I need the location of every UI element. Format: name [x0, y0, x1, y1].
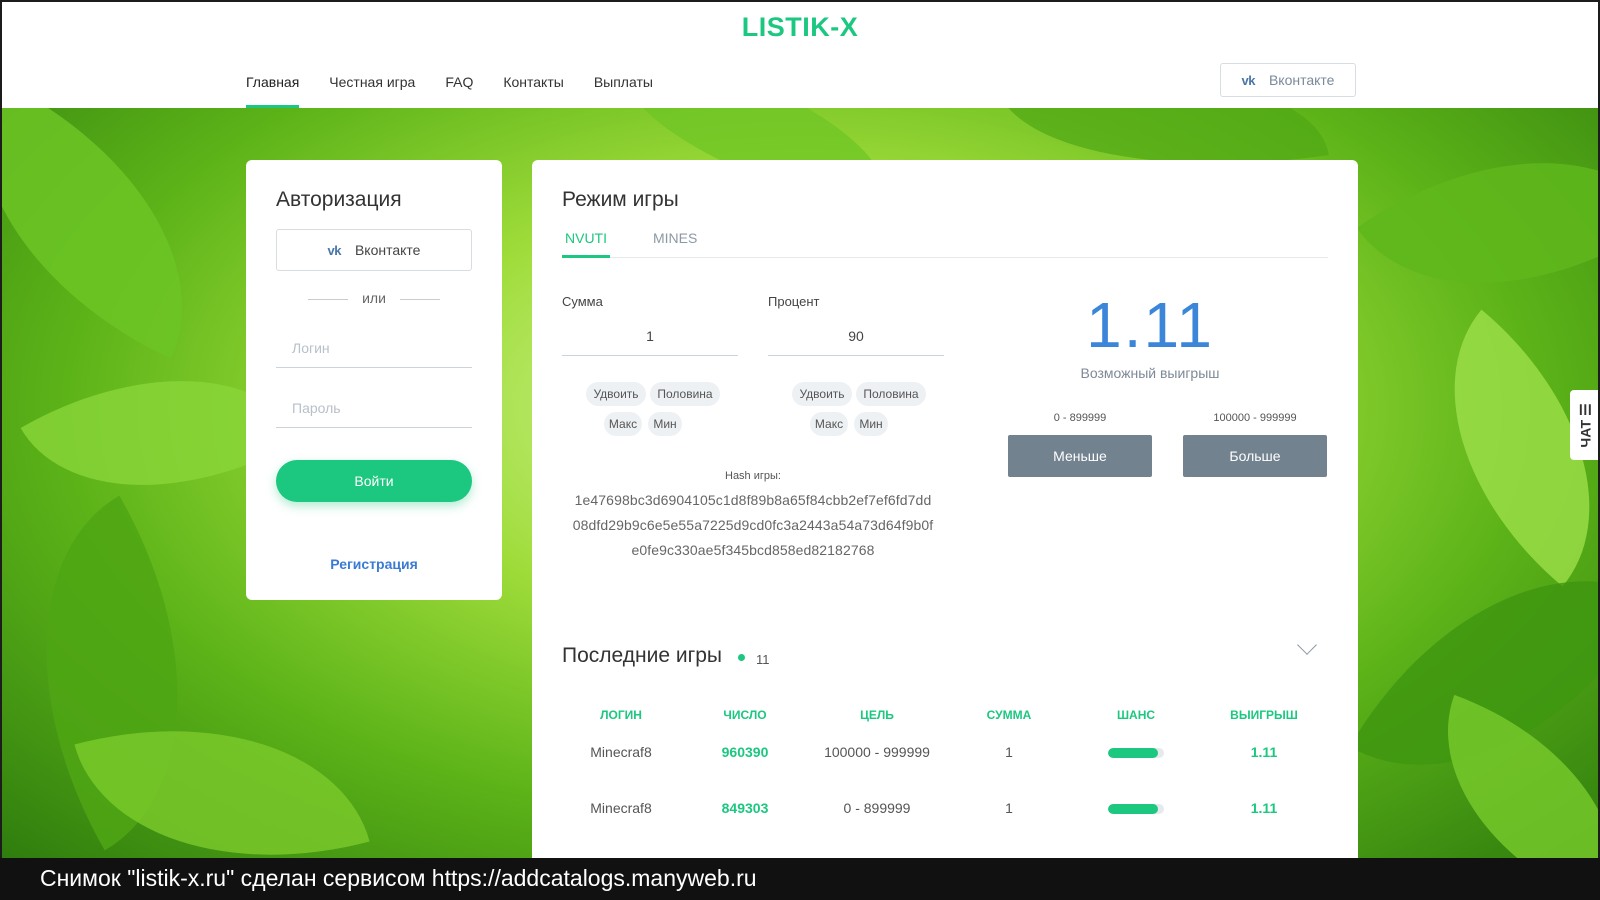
- recent-games-count: 11: [756, 652, 770, 667]
- sum-label: Сумма: [562, 294, 603, 309]
- sum-max-chip[interactable]: Макс: [604, 412, 642, 436]
- col-login: ЛОГИН: [600, 708, 642, 722]
- auth-vk-button[interactable]: vk Вконтакте: [276, 229, 472, 271]
- row-target: 0 - 899999: [843, 800, 911, 816]
- hash-title: Hash игры:: [725, 470, 781, 482]
- auth-vk-label: Вконтакте: [354, 242, 421, 258]
- vk-icon: vk: [1241, 72, 1256, 88]
- nav-contacts[interactable]: Контакты: [503, 62, 563, 108]
- row-chance-bar: [1108, 804, 1164, 814]
- site-logo[interactable]: LISTIK-X: [2, 12, 1598, 43]
- possible-win-label: Возможный выигрыш: [1080, 365, 1220, 381]
- hash-line-2: 08dfd29b9c6e5e55a7225d9cd0fc3a2443a54a73…: [572, 517, 934, 533]
- chat-tab[interactable]: ЧАТ ☰: [1570, 390, 1598, 460]
- nav-payouts[interactable]: Выплаты: [594, 62, 653, 108]
- less-range: 0 - 899999: [1053, 412, 1107, 424]
- row-win: 1.11: [1250, 800, 1278, 816]
- more-button[interactable]: Больше: [1183, 435, 1327, 477]
- col-target: ЦЕЛЬ: [860, 708, 894, 722]
- percent-input[interactable]: [768, 316, 944, 356]
- row-chance-fill: [1108, 804, 1159, 814]
- nav-faq[interactable]: FAQ: [445, 62, 473, 108]
- sum-half-chip[interactable]: Половина: [650, 382, 720, 406]
- game-tabs: NVUTI MINES: [562, 230, 1328, 258]
- row-win: 1.11: [1250, 744, 1278, 760]
- online-dot: [738, 654, 745, 661]
- sum-input[interactable]: [562, 316, 738, 356]
- auth-card: Авторизация vk Вконтакте или Войти Регис…: [246, 160, 502, 600]
- less-button[interactable]: Меньше: [1008, 435, 1152, 477]
- percent-max-chip[interactable]: Макс: [810, 412, 848, 436]
- nav-home[interactable]: Главная: [246, 62, 300, 108]
- site-header: LISTIK-X Главная Честная игра FAQ Контак…: [2, 2, 1598, 108]
- register-link[interactable]: Регистрация: [276, 556, 472, 572]
- tab-mines[interactable]: MINES: [650, 230, 700, 258]
- chevron-down-icon[interactable]: [1297, 635, 1317, 655]
- row-number: 849303: [721, 800, 769, 816]
- col-win: ВЫИГРЫШ: [1230, 708, 1298, 722]
- hash-line-3: e0fe9c330ae5f345bcd858ed82182768: [631, 542, 875, 558]
- col-number: ЧИСЛО: [723, 708, 767, 722]
- screenshot-caption: Снимок "listik-x.ru" сделан сервисом htt…: [0, 858, 1600, 900]
- percent-min-chip[interactable]: Мин: [854, 412, 888, 436]
- row-chance-bar: [1108, 748, 1164, 758]
- col-sum: СУММА: [986, 708, 1032, 722]
- header-vk-button[interactable]: vk Вконтакте: [1220, 63, 1356, 97]
- login-button[interactable]: Войти: [276, 460, 472, 502]
- percent-double-chip[interactable]: Удвоить: [792, 382, 852, 406]
- recent-games-title: Последние игры: [562, 644, 723, 667]
- row-target: 100000 - 999999: [824, 744, 930, 760]
- nav-fair-game[interactable]: Честная игра: [329, 62, 415, 108]
- chat-label: ЧАТ ☰: [1577, 402, 1594, 448]
- game-card: Режим игры NVUTI MINES Сумма Процент Удв…: [532, 160, 1358, 858]
- header-vk-label: Вконтакте: [1268, 72, 1335, 88]
- login-input[interactable]: [276, 328, 472, 368]
- row-sum: 1: [1005, 800, 1013, 816]
- or-divider: или: [276, 290, 472, 306]
- browser-page: LISTIK-X Главная Честная игра FAQ Контак…: [0, 0, 1600, 858]
- row-chance-fill: [1108, 748, 1159, 758]
- percent-half-chip[interactable]: Половина: [856, 382, 926, 406]
- auth-title: Авторизация: [276, 188, 402, 211]
- hash-line-1: 1e47698bc3d6904105c1d8f89b8a65f84cbb2ef7…: [574, 492, 932, 508]
- row-login[interactable]: Minecraf8: [566, 744, 676, 760]
- row-sum: 1: [1005, 744, 1013, 760]
- col-chance: ШАНС: [1116, 708, 1156, 722]
- percent-label: Процент: [768, 294, 820, 309]
- game-title: Режим игры: [562, 188, 679, 211]
- sum-double-chip[interactable]: Удвоить: [586, 382, 646, 406]
- main-nav: Главная Честная игра FAQ Контакты Выплат…: [246, 62, 683, 108]
- multiplier-value: 1.11: [1086, 289, 1214, 361]
- vk-icon: vk: [327, 242, 342, 258]
- more-range: 100000 - 999999: [1213, 412, 1297, 424]
- sum-min-chip[interactable]: Мин: [648, 412, 682, 436]
- row-login[interactable]: Minecraf8: [566, 800, 676, 816]
- password-input[interactable]: [276, 388, 472, 428]
- row-number: 960390: [721, 744, 769, 760]
- tab-nvuti[interactable]: NVUTI: [562, 230, 610, 258]
